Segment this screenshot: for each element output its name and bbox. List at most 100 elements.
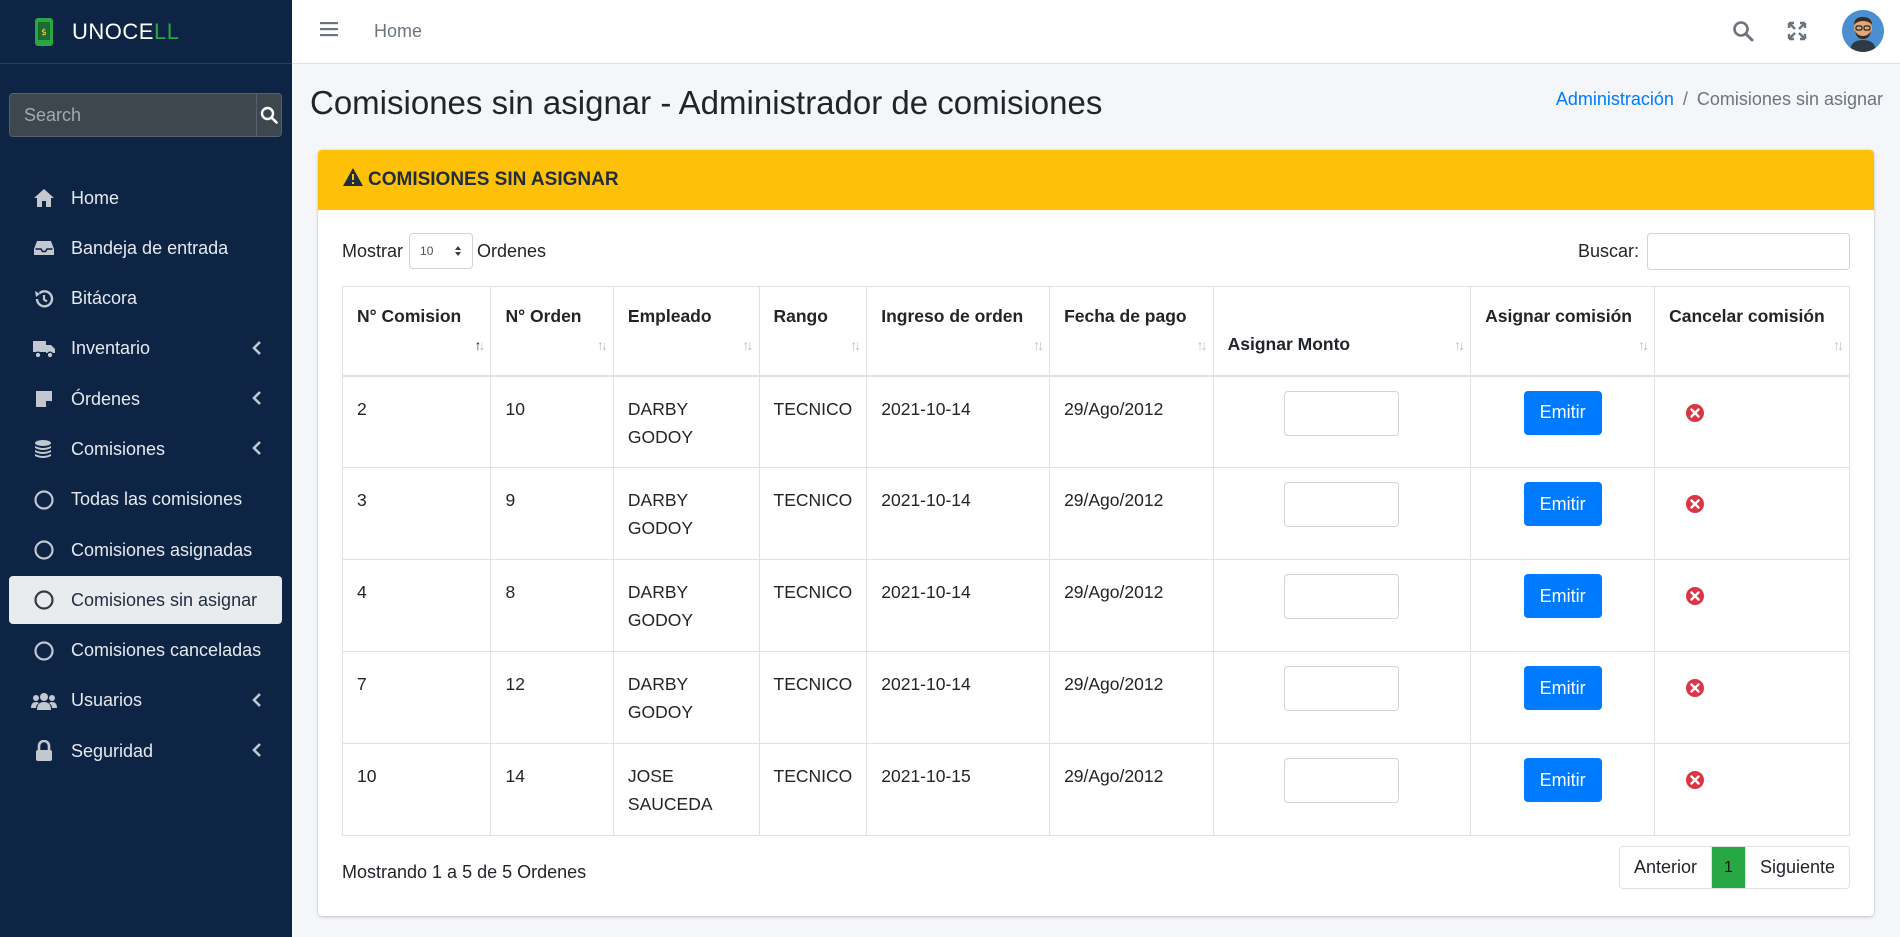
sidebar-item-comisiones-sin-asignar[interactable]: Comisiones sin asignar [9,576,282,625]
pagination-page-1[interactable]: 1 [1712,847,1745,888]
column-header-ingreso[interactable]: Ingreso de orden ↑↓ [866,286,1051,377]
amount-input[interactable] [1284,482,1400,527]
chevron-left-icon [252,441,261,456]
column-header-rango[interactable]: Rango ↑↓ [758,286,868,377]
sidebar-item-usuarios[interactable]: Usuarios [9,677,282,725]
top-home-link[interactable]: Home [374,21,422,42]
circle-icon [31,639,57,663]
cell-ingreso: 2021-10-14 [866,651,1051,744]
sort-icon: ↑↓ [742,337,754,353]
cell-empleado: JOSE SAUCEDA [612,743,760,836]
column-header-pago[interactable]: Fecha de pago ↑↓ [1049,286,1214,377]
top-navbar: Home [292,0,1900,64]
cell-asignar: Emitir [1470,467,1656,560]
cell-cancelar [1654,375,1850,468]
page-length-select[interactable]: 10 [409,233,474,269]
cell-cancelar [1654,651,1850,744]
circle-icon [31,588,57,612]
column-header-asignar[interactable]: Asignar comisión ↑↓ [1470,286,1656,377]
sidebar-item-ordenes[interactable]: Órdenes [9,375,282,423]
column-header-comision[interactable]: N° Comision ↑↓ [341,286,492,377]
sidebar: $ UNOCELL Home Bandeja de entrada Bitáco… [0,0,292,937]
lock-icon [31,739,57,763]
amount-input[interactable] [1284,574,1400,619]
emit-button[interactable]: Emitir [1523,574,1602,618]
table-info: Mostrando 1 a 5 de 5 Ordenes [342,862,587,882]
cell-cancelar [1654,559,1850,652]
sidebar-item-inventario[interactable]: Inventario [9,325,282,373]
cell-asignar: Emitir [1470,651,1656,744]
brand[interactable]: $ UNOCELL [0,0,292,64]
cell-cancelar [1654,743,1850,836]
chevron-left-icon [252,340,261,355]
navbar-search-button[interactable] [1732,20,1754,47]
pagination-prev[interactable]: Anterior [1620,847,1713,888]
sidebar-item-comisiones[interactable]: Comisiones [9,425,282,473]
cell-comision: 4 [341,559,492,652]
sidebar-search-button[interactable] [256,94,281,136]
commissions-card: COMISIONES SIN ASIGNAR Mostrar 10 Ordene… [318,150,1874,916]
emit-button[interactable]: Emitir [1523,758,1602,802]
cancel-icon[interactable] [1685,771,1705,794]
sidebar-search-input[interactable] [10,94,256,136]
sidebar-item-seguridad[interactable]: Seguridad [9,727,282,775]
commissions-table: N° Comision ↑↓ N° Orden ↑↓ Empleado ↑↓ Rang… [341,286,1850,836]
amount-input[interactable] [1284,666,1400,711]
table-search-input[interactable] [1647,233,1850,270]
sidebar-item-todas-comisiones[interactable]: Todas las comisiones [9,476,282,524]
cell-comision: 10 [341,743,492,836]
cell-empleado: DARBY GODOY [612,467,760,560]
sidebar-search [9,93,282,137]
emit-button[interactable]: Emitir [1523,482,1602,526]
card-header: COMISIONES SIN ASIGNAR [318,150,1874,210]
cell-asignar: Emitir [1470,559,1656,652]
sidebar-item-home[interactable]: Home [9,174,282,222]
column-header-orden[interactable]: N° Orden ↑↓ [490,286,614,377]
amount-input[interactable] [1284,758,1400,803]
sort-icon: ↑↓ [474,337,485,353]
sidebar-item-comisiones-asignadas[interactable]: Comisiones asignadas [9,526,282,574]
cancel-icon[interactable] [1685,679,1705,702]
sidebar-item-inbox[interactable]: Bandeja de entrada [9,224,282,272]
inbox-icon [31,236,57,260]
emit-button[interactable]: Emitir [1523,666,1602,710]
sidebar-item-comisiones-canceladas[interactable]: Comisiones canceladas [9,627,282,675]
cell-pago: 29/Ago/2012 [1049,375,1214,468]
cell-comision: 2 [341,375,492,468]
cell-asignar: Emitir [1470,743,1656,836]
sort-icon: ↑↓ [1833,337,1844,353]
circle-icon [31,538,57,562]
cancel-icon[interactable] [1685,495,1705,518]
expand-icon [1787,21,1807,41]
hamburger-icon [320,22,338,37]
sort-icon: ↑↓ [1454,337,1465,353]
cell-pago: 29/Ago/2012 [1049,559,1214,652]
breadcrumb-link-administracion[interactable]: Administración [1556,89,1674,109]
cell-asignar: Emitir [1470,375,1656,468]
column-header-empleado[interactable]: Empleado ↑↓ [612,286,760,377]
sidebar-item-bitacora[interactable]: Bitácora [9,275,282,323]
brand-name: UNOCELL [72,18,180,44]
column-header-monto[interactable]: Asignar Monto ↑↓ [1212,286,1472,377]
cell-rango: TECNICO [758,467,868,560]
cancel-icon[interactable] [1685,403,1705,427]
cell-comision: 7 [341,651,492,744]
cell-pago: 29/Ago/2012 [1049,651,1214,744]
menu-toggle-button[interactable] [320,20,338,43]
pagination-next[interactable]: Siguiente [1744,847,1849,888]
cancel-icon[interactable] [1685,587,1705,610]
cell-pago: 29/Ago/2012 [1049,467,1214,560]
table-row: 4 8 DARBY GODOY TECNICO 2021-10-14 29/Ago/201… [341,559,1850,652]
emit-button[interactable]: Emitir [1523,390,1602,435]
user-avatar[interactable] [1842,10,1884,52]
sort-caret-icon [455,246,462,256]
sort-icon: ↑↓ [596,337,608,353]
amount-input[interactable] [1284,390,1400,436]
cell-rango: TECNICO [758,651,868,744]
cell-ingreso: 2021-10-15 [866,743,1051,836]
table-row: 3 9 DARBY GODOY TECNICO 2021-10-14 29/Ago/201… [341,467,1850,560]
chevron-left-icon [252,743,261,758]
column-header-cancelar[interactable]: Cancelar comisión ↑↓ [1654,286,1850,377]
cell-ingreso: 2021-10-14 [866,467,1051,560]
fullscreen-button[interactable] [1786,20,1808,47]
